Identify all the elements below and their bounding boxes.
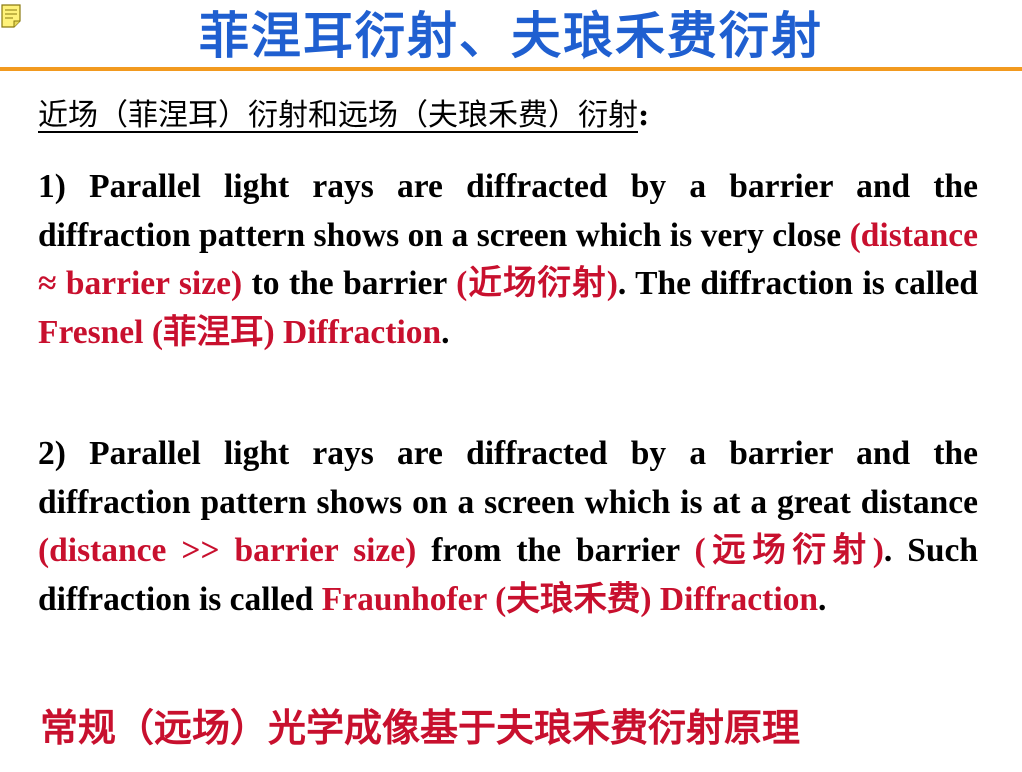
subtitle-colon: :	[638, 98, 650, 133]
fraunhofer-paragraph: 2) Parallel light rays are diffracted by…	[38, 430, 978, 624]
conclusion-text: 常规（远场）光学成像基于夫琅禾费衍射原理	[40, 705, 801, 750]
p1-near-field-label: (近场衍射)	[456, 265, 618, 302]
p1-fresnel-term: Fresnel (菲涅耳) Diffraction	[38, 313, 442, 351]
p2-text-1: 2) Parallel light rays are diffracted by…	[38, 435, 978, 521]
section-subtitle: 近场（菲涅耳）衍射和远场（夫琅禾费）衍射:	[38, 94, 649, 138]
p1-text-3: . The diffraction is called	[617, 265, 979, 302]
p2-condition: (distance >> barrier size)	[38, 532, 417, 569]
subtitle-text: 近场（菲涅耳）衍射和远场（夫琅禾费）衍射	[38, 98, 638, 133]
p1-text-4: .	[441, 313, 450, 351]
fresnel-paragraph: 1) Parallel light rays are diffracted by…	[38, 163, 978, 357]
p2-far-field-label: (远场衍射)	[694, 532, 884, 569]
page-title: 菲涅耳衍射、夫琅禾费衍射	[199, 6, 823, 65]
p2-fraunhofer-term: Fraunhofer (夫琅禾费) Diffraction	[321, 580, 819, 618]
p2-text-4: .	[818, 580, 827, 618]
p1-text-2: to the barrier	[242, 265, 457, 302]
title-divider	[0, 67, 1022, 71]
p1-text-1: 1) Parallel light rays are diffracted by…	[38, 168, 978, 254]
p2-text-2: from the barrier	[416, 532, 695, 569]
